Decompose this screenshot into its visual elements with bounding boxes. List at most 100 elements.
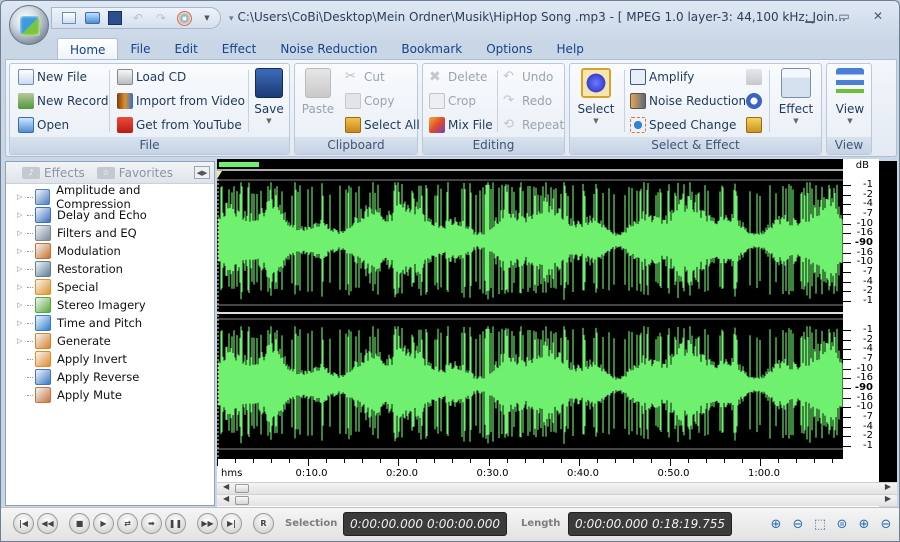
- minimize-button[interactable]: ▁: [793, 5, 827, 27]
- scroll-thumb[interactable]: [235, 496, 249, 505]
- tree-item[interactable]: ▷ Special: [6, 278, 214, 296]
- tab-effect[interactable]: Effect: [210, 38, 269, 60]
- cd-eject-button[interactable]: [746, 67, 762, 87]
- expand-arrow-icon[interactable]: ▷: [17, 337, 27, 345]
- scroll-left-arrow[interactable]: ◀: [223, 482, 229, 491]
- close-button[interactable]: ✕: [861, 5, 895, 27]
- zoom-out-vertical-icon[interactable]: ⊖: [877, 515, 895, 533]
- tree-item[interactable]: ▷ Restoration: [6, 260, 214, 278]
- tab-effects[interactable]: ♪ Effects: [22, 166, 85, 180]
- new-file-icon[interactable]: [60, 10, 78, 26]
- noise-reduction-button[interactable]: Noise Reduction: [630, 91, 746, 111]
- scroll-right-arrow[interactable]: ▶: [885, 482, 891, 491]
- tree-item[interactable]: Apply Mute: [6, 386, 214, 404]
- cd-icon[interactable]: [175, 10, 193, 26]
- app-menu-button[interactable]: [9, 5, 49, 45]
- tree-item[interactable]: Apply Invert: [6, 350, 214, 368]
- waveform-display[interactable]: [217, 159, 843, 459]
- panel-scroll-button[interactable]: ◀▶: [194, 166, 210, 179]
- pause-button[interactable]: ❚❚: [165, 513, 186, 534]
- tab-edit[interactable]: Edit: [163, 38, 210, 60]
- scroll-thumb[interactable]: [235, 484, 249, 493]
- tree-item[interactable]: ▷ Time and Pitch: [6, 314, 214, 332]
- get-youtube-button[interactable]: Get from YouTube: [117, 115, 242, 135]
- tab-favorites[interactable]: ☆ Favorites: [96, 166, 173, 180]
- open-button[interactable]: Open: [18, 115, 69, 135]
- tab-options[interactable]: Options: [474, 38, 544, 60]
- expand-arrow-icon[interactable]: ▷: [17, 319, 27, 327]
- zoom-scrollbar[interactable]: ◀ ▶: [217, 494, 897, 506]
- tab-noise-reduction[interactable]: Noise Reduction: [268, 38, 389, 60]
- view-button[interactable]: View ▼: [831, 68, 869, 125]
- expand-arrow-icon[interactable]: ▷: [17, 211, 27, 219]
- stop-button[interactable]: ■: [69, 513, 90, 534]
- import-video-button[interactable]: Import from Video: [117, 91, 245, 111]
- mix-file-button[interactable]: Mix File: [429, 115, 493, 135]
- delay-echo-button[interactable]: [746, 91, 762, 111]
- tree-item[interactable]: ▷ Delay and Echo: [6, 206, 214, 224]
- tree-item[interactable]: Apply Reverse: [6, 368, 214, 386]
- new-file-button[interactable]: New File: [18, 67, 87, 87]
- copy-button[interactable]: Copy: [345, 91, 394, 111]
- amplify-button[interactable]: Amplify: [630, 67, 694, 87]
- expand-arrow-icon[interactable]: ▷: [17, 283, 27, 291]
- scroll-left-arrow[interactable]: ◀: [223, 494, 229, 503]
- play-button[interactable]: ▶: [93, 513, 114, 534]
- delete-button[interactable]: ✖ Delete: [429, 67, 487, 87]
- fast-forward-button[interactable]: ▶▶: [197, 513, 218, 534]
- tree-item[interactable]: ▷ Modulation: [6, 242, 214, 260]
- go-to-end-button[interactable]: ▶|: [221, 513, 242, 534]
- horizontal-scrollbar[interactable]: ◀ ▶: [217, 482, 897, 494]
- redo-icon[interactable]: ↷: [152, 10, 170, 26]
- select-button[interactable]: Select ▼: [576, 68, 616, 125]
- tab-help[interactable]: Help: [545, 38, 596, 60]
- maximize-button[interactable]: ▭: [827, 5, 861, 27]
- rewind-button[interactable]: ◀◀: [37, 513, 58, 534]
- scroll-right-arrow[interactable]: ▶: [885, 494, 891, 503]
- expand-arrow-icon[interactable]: ▷: [17, 265, 27, 273]
- customize-icon[interactable]: ▾: [229, 14, 234, 24]
- repeat-button[interactable]: ⟲ Repeat: [503, 115, 564, 135]
- qat-dropdown-icon[interactable]: ▼: [198, 10, 216, 26]
- undo-icon[interactable]: ↶: [129, 10, 147, 26]
- play-selection-button[interactable]: ➡: [141, 513, 162, 534]
- timeline-ruler[interactable]: hms 0:10.0 0:20.0 0:30.0 0:40.0 0:50.0 1:00.0: [217, 459, 843, 483]
- effect-button[interactable]: Effect ▼: [776, 68, 816, 125]
- equalizer-button[interactable]: [746, 115, 762, 135]
- loop-button[interactable]: ⇄: [117, 513, 138, 534]
- waveform-editor[interactable]: dB -1 -2 -4 -7 -10 -16 -90 -16 -10 -7 -4 -2 -1 -1 -2 -4…: [217, 159, 879, 507]
- expand-arrow-icon[interactable]: ▷: [17, 247, 27, 255]
- redo-button[interactable]: ↷ Redo: [503, 91, 552, 111]
- tree-item[interactable]: ▷ Filters and EQ: [6, 224, 214, 242]
- go-to-start-button[interactable]: |◀: [13, 513, 34, 534]
- tree-item[interactable]: ▷ Amplitude and Compression: [6, 183, 214, 211]
- undo-button[interactable]: ↶ Undo: [503, 67, 553, 87]
- select-all-button[interactable]: Select All: [345, 115, 420, 135]
- tree-item[interactable]: ▷ Stereo Imagery: [6, 296, 214, 314]
- record-button[interactable]: R: [253, 513, 274, 534]
- zoom-selection-icon[interactable]: ⬚: [811, 515, 829, 533]
- zoom-in-icon[interactable]: ⊕: [767, 515, 785, 533]
- tab-file[interactable]: File: [118, 38, 162, 60]
- crop-button[interactable]: Crop: [429, 91, 476, 111]
- save-button[interactable]: Save ▼: [252, 68, 286, 125]
- open-folder-icon[interactable]: [83, 10, 101, 26]
- zoom-full-icon[interactable]: ⊜: [833, 515, 851, 533]
- zoom-in-vertical-icon[interactable]: ⊕: [855, 515, 873, 533]
- selection-start[interactable]: 0:00:00.000: [350, 517, 423, 531]
- expand-arrow-icon[interactable]: ▷: [17, 229, 27, 237]
- tab-home[interactable]: Home: [57, 38, 119, 60]
- zoom-out-icon[interactable]: ⊖: [789, 515, 807, 533]
- load-cd-button[interactable]: Load CD: [117, 67, 186, 87]
- expand-arrow-icon[interactable]: ▷: [17, 193, 27, 201]
- expand-arrow-icon[interactable]: ▷: [17, 301, 27, 309]
- cut-button[interactable]: ✂ Cut: [345, 67, 385, 87]
- paste-button[interactable]: Paste: [301, 68, 335, 116]
- speed-change-button[interactable]: Speed Change: [630, 115, 736, 135]
- new-record-button[interactable]: New Record: [18, 91, 108, 111]
- selection-end[interactable]: 0:00:00.000: [427, 517, 500, 531]
- tab-bookmark[interactable]: Bookmark: [389, 38, 474, 60]
- vertical-scrollbar[interactable]: [879, 161, 897, 483]
- save-icon[interactable]: [106, 10, 124, 26]
- tree-item[interactable]: ▷ Generate: [6, 332, 214, 350]
